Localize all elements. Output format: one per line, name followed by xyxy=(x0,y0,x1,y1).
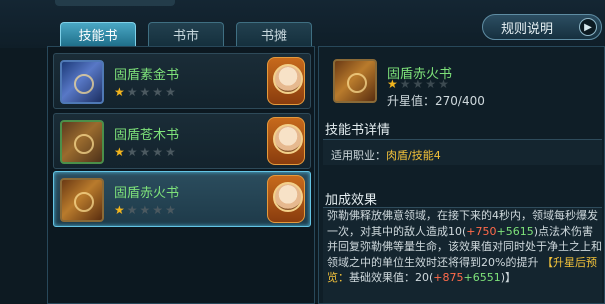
book-name: 固盾苍木书 xyxy=(114,128,180,143)
star-empty-icon: ★ xyxy=(152,85,164,99)
star-empty-icon: ★ xyxy=(425,77,437,91)
star-rating: ★ ★ ★ ★ ★ xyxy=(114,145,176,159)
star-empty-icon: ★ xyxy=(126,145,138,159)
rules-button-label: 规则说明 xyxy=(501,21,554,37)
star-empty-icon: ★ xyxy=(139,85,151,99)
star-empty-icon: ★ xyxy=(152,203,164,217)
star-empty-icon: ★ xyxy=(126,203,138,217)
tab-book-market[interactable]: 书市 xyxy=(148,22,224,46)
tab-book-stall[interactable]: 书摊 xyxy=(236,22,312,46)
desc-text: 基础效果值：20( xyxy=(349,271,434,284)
upgrade-progress: 升星值：270/400 xyxy=(387,92,485,109)
value-a: +750 xyxy=(466,224,497,238)
book-list-item-selected[interactable]: 固盾赤火书 ★ ★ ★ ★ ★ xyxy=(53,171,311,227)
star-empty-icon: ★ xyxy=(152,145,164,159)
star-empty-icon: ★ xyxy=(139,145,151,159)
upgrade-label: 升星值： xyxy=(387,94,436,108)
red-book-icon xyxy=(60,178,104,222)
star-icon: ★ xyxy=(114,85,125,99)
selected-star-rating: ★ ★ ★ ★ ★ xyxy=(387,77,449,91)
desc-text: )】 xyxy=(500,271,517,284)
rules-button[interactable]: 规则说明 ▶ xyxy=(482,14,602,40)
star-icon: ★ xyxy=(387,77,398,91)
book-list-item[interactable]: 固盾苍木书 ★ ★ ★ ★ ★ xyxy=(53,113,311,169)
star-empty-icon: ★ xyxy=(412,77,424,91)
upgrade-value: 270/400 xyxy=(435,94,485,108)
monk-portrait-icon xyxy=(267,57,305,105)
job-label: 适用职业： xyxy=(331,149,386,162)
book-name: 固盾素金书 xyxy=(114,68,180,83)
value-d: +6551 xyxy=(463,271,501,284)
star-empty-icon: ★ xyxy=(165,203,176,217)
monk-portrait-icon xyxy=(267,117,305,165)
tab-bar: 技能书 书市 书摊 xyxy=(60,22,312,46)
value-b: +5615 xyxy=(496,224,534,238)
details-title: 技能书详情 xyxy=(325,123,391,138)
star-empty-icon: ★ xyxy=(165,145,176,159)
star-empty-icon: ★ xyxy=(165,85,176,99)
star-rating: ★ ★ ★ ★ ★ xyxy=(114,203,176,217)
book-detail-panel: 固盾赤火书 ★ ★ ★ ★ ★ 升星值：270/400 技能书详情 适用职业：肉… xyxy=(318,46,605,304)
green-book-icon xyxy=(60,120,104,164)
tab-skill-books[interactable]: 技能书 xyxy=(60,22,136,46)
bonus-title: 加成效果 xyxy=(325,193,378,208)
book-list-item[interactable]: 固盾素金书 ★ ★ ★ ★ ★ xyxy=(53,53,311,109)
bonus-description: 弥勒佛释放佛意领域，在接下来的4秒内，领域每秒爆发一次，对其中的敌人造成10(+… xyxy=(327,208,603,286)
star-empty-icon: ★ xyxy=(126,85,138,99)
star-rating: ★ ★ ★ ★ ★ xyxy=(114,85,176,99)
book-name: 固盾赤火书 xyxy=(114,186,180,201)
book-list-panel: 固盾素金书 ★ ★ ★ ★ ★ 固盾苍木书 ★ ★ ★ ★ ★ 固盾赤火书 ★ … xyxy=(47,46,315,304)
star-empty-icon: ★ xyxy=(139,203,151,217)
blue-book-icon xyxy=(60,60,104,104)
star-icon: ★ xyxy=(114,203,125,217)
star-icon: ★ xyxy=(114,145,125,159)
monk-portrait-icon xyxy=(267,175,305,223)
chevron-right-icon: ▶ xyxy=(579,18,597,36)
job-line: 适用职业：肉盾/技能4 xyxy=(331,147,441,163)
value-c: +875 xyxy=(433,271,464,284)
star-empty-icon: ★ xyxy=(399,77,411,91)
job-value: 肉盾/技能4 xyxy=(386,149,441,162)
red-book-icon xyxy=(333,59,377,103)
star-empty-icon: ★ xyxy=(438,77,449,91)
